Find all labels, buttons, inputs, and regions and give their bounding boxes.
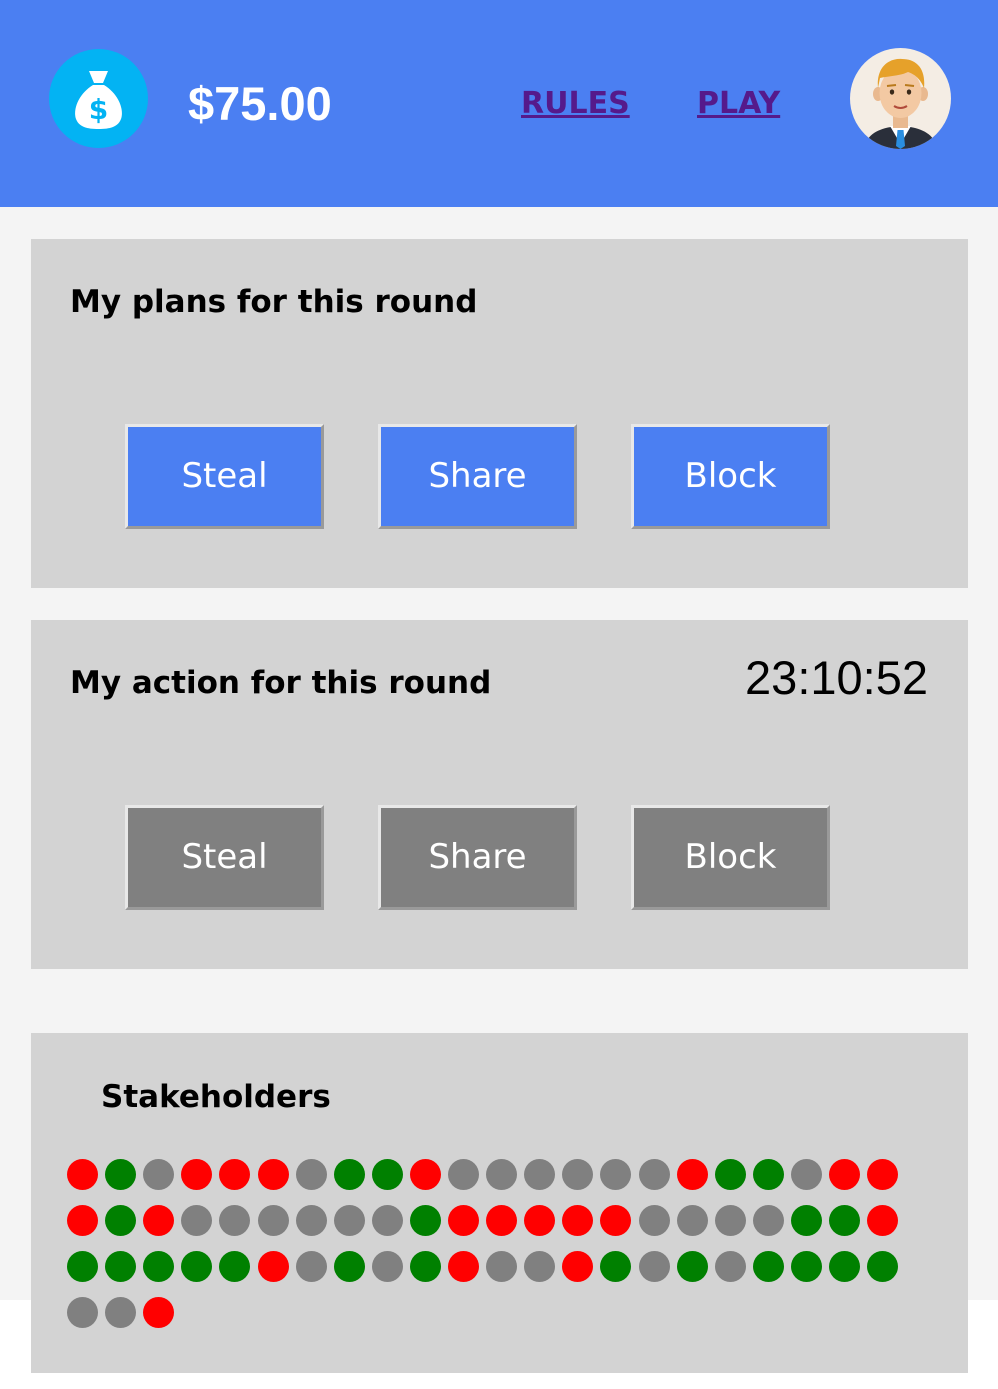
stakeholder-dot-red	[867, 1205, 899, 1236]
stakeholder-dot-gray	[638, 1159, 670, 1190]
plan-steal-button[interactable]: Steal	[125, 424, 324, 529]
stakeholder-dot-gray	[67, 1297, 98, 1328]
stakeholder-dot-gray	[638, 1205, 670, 1236]
plans-panel: My plans for this round Steal Share Bloc…	[31, 239, 968, 588]
stakeholder-dot-gray	[676, 1205, 708, 1236]
stakeholder-dot-green	[676, 1251, 708, 1282]
stakeholders-panel: Stakeholders	[31, 1033, 968, 1373]
action-share-button[interactable]: Share	[378, 805, 577, 910]
stakeholder-dot-green	[409, 1251, 441, 1282]
action-panel: My action for this round 23:10:52 Steal …	[31, 620, 968, 969]
stakeholder-dot-green	[829, 1251, 860, 1282]
stakeholder-dot-green	[181, 1251, 213, 1282]
action-title: My action for this round	[70, 665, 492, 701]
stakeholder-dot-green	[409, 1205, 441, 1236]
stakeholder-dot-green	[790, 1251, 822, 1282]
action-steal-button[interactable]: Steal	[125, 805, 324, 910]
stakeholder-dot-gray	[524, 1159, 556, 1190]
stakeholders-title: Stakeholders	[101, 1079, 331, 1115]
stakeholder-dot-gray	[333, 1205, 365, 1236]
stakeholder-dot-green	[790, 1205, 822, 1236]
plan-share-button[interactable]: Share	[378, 424, 577, 529]
stakeholder-dot-gray	[371, 1251, 403, 1282]
stakeholder-dot-red	[67, 1205, 98, 1236]
stakeholder-dot-gray	[486, 1251, 518, 1282]
plans-title: My plans for this round	[70, 284, 478, 320]
stakeholder-dot-green	[752, 1251, 784, 1282]
stakeholder-dot-red	[562, 1251, 594, 1282]
stakeholder-dot-gray	[257, 1205, 289, 1236]
stakeholder-dot-green	[600, 1251, 632, 1282]
stakeholder-dot-green	[333, 1159, 365, 1190]
stakeholder-dot-red	[409, 1159, 441, 1190]
stakeholder-dot-gray	[486, 1159, 518, 1190]
stakeholder-dot-gray	[790, 1159, 822, 1190]
stakeholder-dot-gray	[295, 1251, 327, 1282]
stakeholder-dot-gray	[714, 1251, 746, 1282]
round-timer: 23:10:52	[745, 651, 928, 704]
stakeholder-dot-green	[867, 1251, 899, 1282]
stakeholder-dot-gray	[448, 1159, 479, 1190]
stakeholder-dot-green	[105, 1251, 137, 1282]
stakeholder-dot-green	[105, 1159, 137, 1190]
plan-block-button[interactable]: Block	[631, 424, 830, 529]
stakeholder-dot-gray	[181, 1205, 213, 1236]
stakeholder-dot-green	[333, 1251, 365, 1282]
stakeholder-dot-red	[562, 1205, 594, 1236]
stakeholder-dot-green	[371, 1159, 403, 1190]
stakeholder-dot-green	[714, 1159, 746, 1190]
stakeholder-dot-green	[829, 1205, 860, 1236]
svg-text:$: $	[89, 93, 108, 126]
stakeholder-dot-red	[829, 1159, 860, 1190]
stakeholder-dot-gray	[714, 1205, 746, 1236]
stakeholder-dot-red	[257, 1251, 289, 1282]
stakeholder-dot-gray	[562, 1159, 594, 1190]
stakeholder-dot-gray	[371, 1205, 403, 1236]
stakeholder-dot-red	[867, 1159, 899, 1190]
stakeholder-dot-gray	[295, 1205, 327, 1236]
stakeholder-dot-green	[67, 1251, 98, 1282]
stakeholder-dot-gray	[105, 1297, 137, 1328]
stakeholder-dot-red	[676, 1159, 708, 1190]
stakeholder-dot-red	[448, 1251, 479, 1282]
top-header: $ $75.00 RULES PLAY	[0, 0, 998, 207]
stakeholder-dot-gray	[524, 1251, 556, 1282]
stakeholder-dot-red	[524, 1205, 556, 1236]
stakeholder-dot-red	[448, 1205, 479, 1236]
balance-amount: $75.00	[188, 77, 332, 130]
stakeholder-dot-red	[181, 1159, 213, 1190]
stakeholder-dot-red	[219, 1159, 251, 1190]
stakeholder-dot-gray	[219, 1205, 251, 1236]
stakeholder-dot-gray	[638, 1251, 670, 1282]
stakeholder-dot-gray	[752, 1205, 784, 1236]
stakeholder-dot-gray	[143, 1159, 175, 1190]
stakeholder-dot-red	[143, 1205, 175, 1236]
stakeholder-dot-red	[486, 1205, 518, 1236]
money-bag-icon: $	[49, 49, 148, 148]
user-avatar-icon[interactable]	[850, 48, 951, 149]
stakeholder-dot-red	[600, 1205, 632, 1236]
stakeholder-dot-green	[219, 1251, 251, 1282]
stakeholder-dot-gray	[600, 1159, 632, 1190]
action-block-button[interactable]: Block	[631, 805, 830, 910]
nav-rules-link[interactable]: RULES	[521, 82, 630, 126]
stakeholder-dot-red	[257, 1159, 289, 1190]
stakeholder-dot-green	[105, 1205, 137, 1236]
stakeholder-dot-green	[143, 1251, 175, 1282]
stakeholder-dot-red	[67, 1159, 98, 1190]
stakeholder-dot-gray	[295, 1159, 327, 1190]
stakeholder-dot-green	[752, 1159, 784, 1190]
nav-play-link[interactable]: PLAY	[697, 82, 780, 126]
stakeholder-dot-red	[143, 1297, 175, 1328]
